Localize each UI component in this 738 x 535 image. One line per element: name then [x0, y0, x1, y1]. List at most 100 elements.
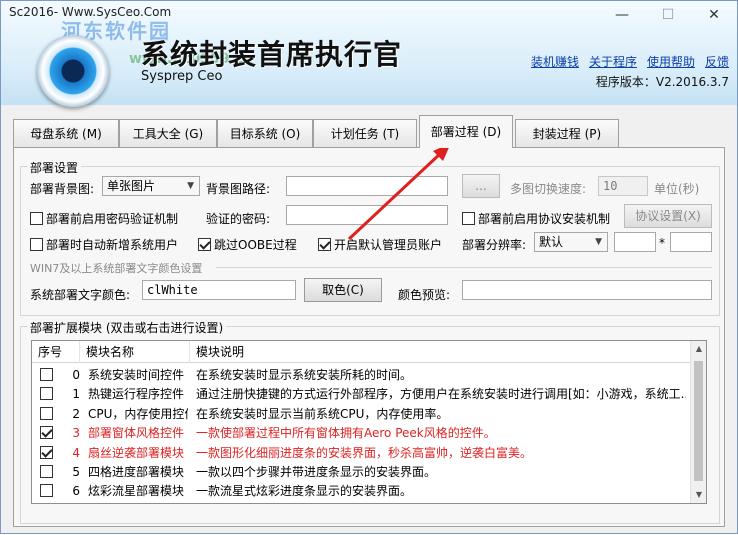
- bg-path-input[interactable]: [286, 176, 448, 196]
- table-row[interactable]: 1 热键运行程序控件 通过注册快捷键的方式运行外部程序，方便用户在系统安装时进行调用…: [32, 384, 692, 404]
- row-checkbox[interactable]: [40, 445, 53, 459]
- pwd-verify-checkbox[interactable]: 部署前启用密码验证机制: [30, 210, 178, 227]
- browse-button[interactable]: ...: [462, 174, 500, 198]
- table-row[interactable]: 3 部署窗体风格控件 一款使部署过程中所有窗体拥有Aero Peek风格的控件。: [32, 423, 692, 443]
- modules-list[interactable]: 序号 模块名称 模块说明 0 系统安装时间控件 在系统安装时显示系统安装所耗的时间。…: [31, 340, 707, 504]
- table-row[interactable]: 5 四格进度部署模块 一款以四个步骤并带进度条显示的安装界面。: [32, 462, 692, 482]
- skip-oobe-checkbox[interactable]: 跳过OOBE过程: [198, 236, 297, 253]
- row-module-name: 炫彩流星部署模块: [88, 484, 185, 499]
- checkbox-box-checked: [198, 238, 211, 251]
- row-module-name: 系统安装时间控件: [88, 368, 185, 382]
- table-row[interactable]: 4 扇丝逆袭部署模块 一款图形化细丽进度条的安装界面，秒杀高富帅，逆袭白富美。: [32, 443, 692, 463]
- app-window: Sc2016- Www.SysCeo.Com 河东软件园 www.pc0359.…: [0, 0, 738, 534]
- row-module-name: 扇丝逆袭部署模块: [88, 445, 185, 460]
- pwd-verify-label: 部署前启用密码验证机制: [46, 212, 179, 226]
- row-module-desc: 一款图形化细丽进度条的安装界面，秒杀高富帅，逆袭白富美。: [196, 445, 533, 460]
- divider: [216, 267, 712, 268]
- text-color-input[interactable]: clWhite: [142, 280, 296, 300]
- auto-user-checkbox[interactable]: 部署时自动新增系统用户: [30, 236, 178, 253]
- link-about[interactable]: 关于程序: [589, 53, 637, 70]
- row-module-desc: 在系统安装时显示当前系统CPU，内存使用率。: [196, 406, 449, 421]
- tab-panel: 部署设置 部署背景图: 单张图片 ▼ 背景图路径: ... 多图切换速度: 10…: [13, 147, 725, 527]
- row-checkbox[interactable]: [40, 484, 53, 498]
- row-module-desc: 通过注册快捷键的方式运行外部程序，方便用户在系统安装时进行调用[如：小游戏，系统…: [196, 387, 686, 402]
- protocol-checkbox[interactable]: 部署前启用协议安装机制: [462, 210, 610, 227]
- resolution-value: 默认: [539, 235, 564, 249]
- group-title: 部署设置: [27, 159, 82, 176]
- row-module-name: CPU，内存使用控件: [88, 406, 188, 421]
- unit-label: 单位(秒): [654, 182, 700, 196]
- row-number: 3: [72, 426, 80, 441]
- chevron-down-icon: ▼: [595, 237, 602, 247]
- row-number: 0: [72, 368, 80, 382]
- header-links: 装机赚钱 关于程序 使用帮助 反馈: [531, 53, 729, 70]
- tab-tools[interactable]: 工具大全 (G): [119, 119, 217, 147]
- column-header-name[interactable]: 模块名称: [80, 341, 190, 363]
- tab-target-system[interactable]: 目标系统 (O): [217, 119, 313, 147]
- text-color-label: 系统部署文字颜色:: [30, 288, 131, 302]
- table-row[interactable]: 0 系统安装时间控件 在系统安装时显示系统安装所耗的时间。: [32, 365, 692, 385]
- pwd-input[interactable]: [286, 205, 448, 225]
- protocol-label: 部署前启用协议安装机制: [478, 212, 611, 226]
- scroll-up-icon[interactable]: ▲: [691, 341, 706, 357]
- table-row[interactable]: 2 CPU，内存使用控件 在系统安装时显示当前系统CPU，内存使用率。: [32, 404, 692, 424]
- link-earn[interactable]: 装机赚钱: [531, 53, 579, 70]
- link-help[interactable]: 使用帮助: [647, 53, 695, 70]
- bg-mode-select[interactable]: 单张图片 ▼: [102, 176, 200, 196]
- admin-account-checkbox[interactable]: 开启默认管理员账户: [318, 236, 442, 253]
- checkbox-box: [30, 238, 43, 251]
- row-module-desc: 一款以四个步骤并带进度条显示的安装界面。: [196, 465, 437, 479]
- row-checkbox[interactable]: [40, 368, 53, 381]
- bg-label: 部署背景图:: [30, 182, 95, 196]
- protocol-settings-button[interactable]: 协议设置(X): [624, 204, 712, 228]
- pick-color-button[interactable]: 取色(C): [304, 278, 382, 302]
- color-preview-box: [462, 280, 712, 300]
- maximize-button[interactable]: ☐: [645, 1, 691, 29]
- row-module-desc: 一款使部署过程中所有窗体拥有Aero Peek风格的控件。: [196, 426, 496, 441]
- row-checkbox[interactable]: [40, 426, 53, 440]
- tab-scheduled-tasks[interactable]: 计划任务 (T): [313, 119, 417, 147]
- admin-account-label: 开启默认管理员账户: [334, 238, 443, 252]
- win7-section-title: WIN7及以上系统部署文字颜色设置: [30, 262, 203, 275]
- row-checkbox[interactable]: [40, 465, 53, 478]
- tab-master-system[interactable]: 母盘系统 (M): [13, 119, 119, 147]
- row-module-name: 部署窗体风格控件: [88, 426, 185, 441]
- close-button[interactable]: ✕: [691, 1, 737, 29]
- app-logo: [37, 35, 109, 107]
- app-title: 系统封装首席执行官: [141, 38, 403, 71]
- color-preview-label: 颜色预览:: [398, 288, 451, 302]
- vertical-scrollbar[interactable]: ▲ ▼: [690, 341, 706, 503]
- resolution-width-input[interactable]: [614, 232, 656, 252]
- resolution-label: 部署分辨率:: [462, 238, 527, 252]
- scroll-thumb[interactable]: [694, 361, 703, 481]
- column-header-no[interactable]: 序号: [32, 341, 80, 363]
- auto-user-label: 部署时自动新增系统用户: [46, 238, 179, 252]
- chevron-down-icon: ▼: [187, 181, 194, 191]
- row-checkbox[interactable]: [40, 406, 53, 420]
- link-feedback[interactable]: 反馈: [705, 53, 729, 70]
- row-number: 1: [72, 387, 80, 402]
- checkbox-box: [462, 212, 475, 225]
- row-module-name: 四格进度部署模块: [88, 465, 185, 479]
- column-header-desc[interactable]: 模块说明: [190, 341, 692, 363]
- minimize-button[interactable]: —: [599, 1, 645, 29]
- list-header: 序号 模块名称 模块说明: [32, 341, 692, 363]
- row-number: 4: [72, 445, 80, 460]
- tab-package-process[interactable]: 封装过程 (P): [515, 119, 619, 147]
- table-row[interactable]: 6 炫彩流星部署模块 一款流星式炫彩进度条显示的安装界面。: [32, 481, 692, 501]
- switch-speed-label: 多图切换速度:: [510, 182, 587, 196]
- resolution-height-input[interactable]: [670, 232, 712, 252]
- row-checkbox[interactable]: [40, 387, 53, 401]
- switch-speed-input[interactable]: 10: [598, 176, 648, 196]
- checkbox-box: [30, 212, 43, 225]
- bg-mode-value: 单张图片: [107, 179, 156, 193]
- version-label: 程序版本：V2.2016.3.7: [595, 75, 729, 89]
- resolution-select[interactable]: 默认 ▼: [534, 232, 608, 252]
- header-banner: Sc2016- Www.SysCeo.Com 河东软件园 www.pc0359.…: [1, 1, 737, 107]
- scroll-down-icon[interactable]: ▼: [691, 487, 706, 503]
- row-module-desc: 在系统安装时显示系统安装所耗的时间。: [196, 368, 413, 382]
- row-number: 2: [72, 406, 80, 421]
- app-subtitle: Sysprep Ceo: [141, 69, 223, 84]
- resolution-separator: *: [659, 236, 665, 250]
- tab-deploy-process[interactable]: 部署过程 (D): [419, 115, 513, 148]
